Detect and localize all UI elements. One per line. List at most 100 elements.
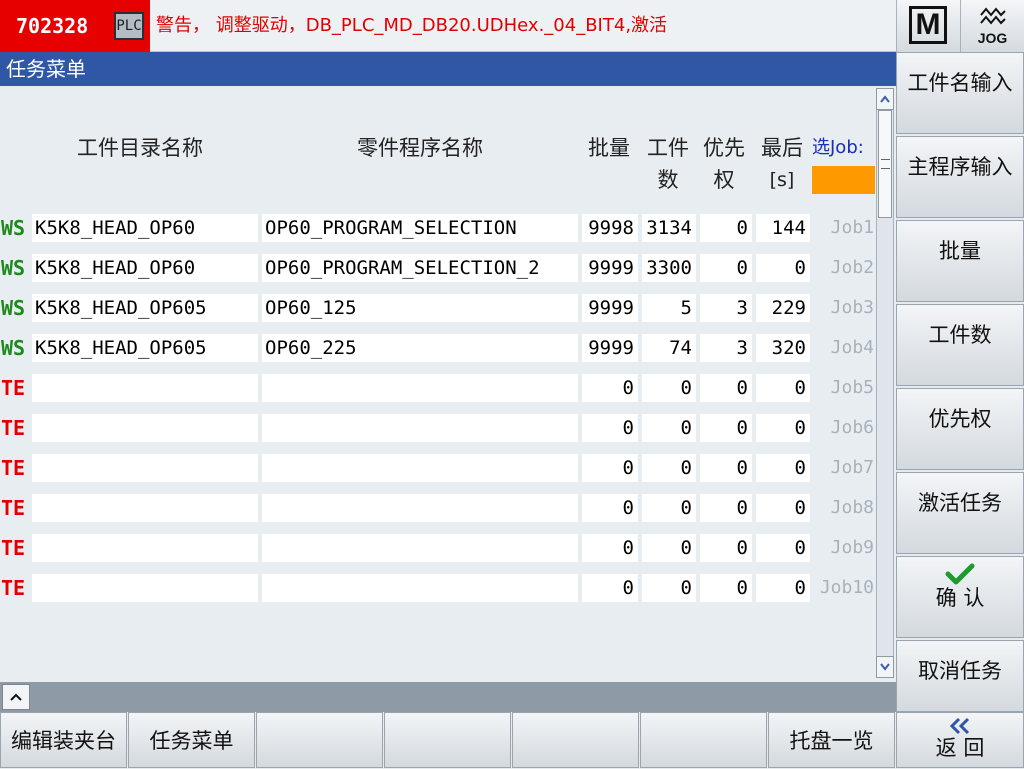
hsk-back[interactable]: 返 回 (896, 712, 1024, 768)
vsk-workpiece-count[interactable]: 工件数 (896, 304, 1024, 386)
count-cell[interactable]: 0 (642, 374, 696, 402)
workpiece-dir-cell[interactable]: K5K8_HEAD_OP605 (32, 294, 258, 322)
batch-cell[interactable]: 0 (582, 374, 638, 402)
vsk-batch[interactable]: 批量 (896, 220, 1024, 302)
workpiece-dir-cell[interactable] (32, 534, 258, 562)
last-time-cell[interactable]: 0 (756, 534, 810, 562)
count-cell[interactable]: 0 (642, 574, 696, 602)
part-program-cell[interactable]: OP60_PROGRAM_SELECTION_2 (262, 254, 578, 282)
vsk-priority[interactable]: 优先权 (896, 388, 1024, 470)
last-time-cell[interactable]: 0 (756, 574, 810, 602)
part-program-cell[interactable] (262, 534, 578, 562)
vsk-activate-job[interactable]: 激活任务 (896, 472, 1024, 554)
count-cell[interactable]: 3300 (642, 254, 696, 282)
workpiece-dir-cell[interactable]: K5K8_HEAD_OP60 (32, 214, 258, 242)
count-cell[interactable]: 0 (642, 534, 696, 562)
priority-cell[interactable]: 3 (700, 334, 752, 362)
count-cell[interactable]: 5 (642, 294, 696, 322)
alarm-message[interactable]: 警告， 调整驱动，DB_PLC_MD_DB20.UDHex._04_BIT4,激… (156, 0, 667, 52)
last-time-cell[interactable]: 0 (756, 254, 810, 282)
job-select-cell[interactable]: Job2 (814, 254, 874, 282)
part-program-cell[interactable] (262, 374, 578, 402)
part-program-cell[interactable] (262, 454, 578, 482)
last-time-cell[interactable]: 0 (756, 454, 810, 482)
part-program-cell[interactable]: OP60_225 (262, 334, 578, 362)
batch-cell[interactable]: 0 (582, 454, 638, 482)
part-program-cell[interactable] (262, 494, 578, 522)
priority-cell[interactable]: 0 (700, 374, 752, 402)
scrollbar-track[interactable] (876, 110, 894, 656)
priority-cell[interactable]: 0 (700, 454, 752, 482)
scrollbar-thumb[interactable] (878, 110, 892, 218)
last-time-cell[interactable]: 229 (756, 294, 810, 322)
job-select-cell[interactable]: Job8 (814, 494, 874, 522)
count-cell[interactable]: 0 (642, 414, 696, 442)
last-time-cell[interactable]: 0 (756, 414, 810, 442)
hsk-job-menu[interactable]: 任务菜单 (128, 712, 255, 768)
batch-cell[interactable]: 0 (582, 494, 638, 522)
vsk-cancel-job[interactable]: 取消任务 (896, 640, 1024, 712)
machine-area-icon[interactable]: M (896, 0, 960, 52)
scroll-up-button[interactable] (876, 88, 894, 110)
expand-softkeys-button[interactable] (2, 684, 30, 710)
last-time-cell[interactable]: 0 (756, 494, 810, 522)
hsk-empty-4[interactable] (384, 712, 511, 768)
vsk-confirm[interactable]: 确 认 (896, 556, 1024, 638)
workpiece-dir-cell[interactable]: K5K8_HEAD_OP605 (32, 334, 258, 362)
hsk-label: 编辑装夹台 (11, 729, 116, 753)
batch-cell[interactable]: 9999 (582, 254, 638, 282)
workpiece-dir-cell[interactable] (32, 374, 258, 402)
batch-cell[interactable]: 0 (582, 534, 638, 562)
hsk-empty-5[interactable] (512, 712, 639, 768)
batch-cell[interactable]: 0 (582, 414, 638, 442)
part-program-cell[interactable]: OP60_PROGRAM_SELECTION (262, 214, 578, 242)
batch-cell[interactable]: 0 (582, 574, 638, 602)
part-program-cell[interactable] (262, 414, 578, 442)
job-select-cell[interactable]: Job6 (814, 414, 874, 442)
priority-cell[interactable]: 0 (700, 414, 752, 442)
job-select-cell[interactable]: Job3 (814, 294, 874, 322)
row-status-tag: WS (1, 216, 26, 240)
priority-cell[interactable]: 0 (700, 214, 752, 242)
vsk-workpiece-name-input[interactable]: 工件名输入 (896, 52, 1024, 134)
workpiece-dir-cell[interactable] (32, 574, 258, 602)
count-cell[interactable]: 0 (642, 494, 696, 522)
last-time-cell[interactable]: 320 (756, 334, 810, 362)
priority-cell[interactable]: 0 (700, 494, 752, 522)
hsk-empty-6[interactable] (640, 712, 767, 768)
workpiece-dir-cell[interactable] (32, 414, 258, 442)
job-select-cell[interactable]: Job10 (814, 574, 874, 602)
batch-cell[interactable]: 9999 (582, 334, 638, 362)
priority-cell[interactable]: 0 (700, 254, 752, 282)
count-cell[interactable]: 0 (642, 454, 696, 482)
hsk-empty-3[interactable] (256, 712, 383, 768)
job-select-cell[interactable]: Job5 (814, 374, 874, 402)
priority-cell[interactable]: 0 (700, 534, 752, 562)
count-cell[interactable]: 74 (642, 334, 696, 362)
vsk-main-program-input[interactable]: 主程序输入 (896, 136, 1024, 218)
count-cell[interactable]: 3134 (642, 214, 696, 242)
part-program-cell[interactable]: OP60_125 (262, 294, 578, 322)
priority-cell[interactable]: 0 (700, 574, 752, 602)
checkmark-icon (945, 563, 975, 585)
job-select-cell[interactable]: Job7 (814, 454, 874, 482)
job-select-cell[interactable]: Job4 (814, 334, 874, 362)
last-time-cell[interactable]: 0 (756, 374, 810, 402)
row-status-tag: TE (1, 576, 26, 600)
workpiece-dir-cell[interactable]: K5K8_HEAD_OP60 (32, 254, 258, 282)
jog-mode-indicator[interactable]: JOG (960, 0, 1024, 52)
vsk-label: 激活任务 (918, 491, 1002, 515)
batch-cell[interactable]: 9998 (582, 214, 638, 242)
select-job-bar[interactable] (812, 166, 875, 194)
part-program-cell[interactable] (262, 574, 578, 602)
hsk-edit-fixture[interactable]: 编辑装夹台 (0, 712, 127, 768)
workpiece-dir-cell[interactable] (32, 494, 258, 522)
batch-cell[interactable]: 9999 (582, 294, 638, 322)
hsk-pallet-overview[interactable]: 托盘一览 (768, 712, 895, 768)
job-select-cell[interactable]: Job9 (814, 534, 874, 562)
last-time-cell[interactable]: 144 (756, 214, 810, 242)
scroll-down-button[interactable] (876, 656, 894, 678)
priority-cell[interactable]: 3 (700, 294, 752, 322)
job-select-cell[interactable]: Job1 (814, 214, 874, 242)
workpiece-dir-cell[interactable] (32, 454, 258, 482)
